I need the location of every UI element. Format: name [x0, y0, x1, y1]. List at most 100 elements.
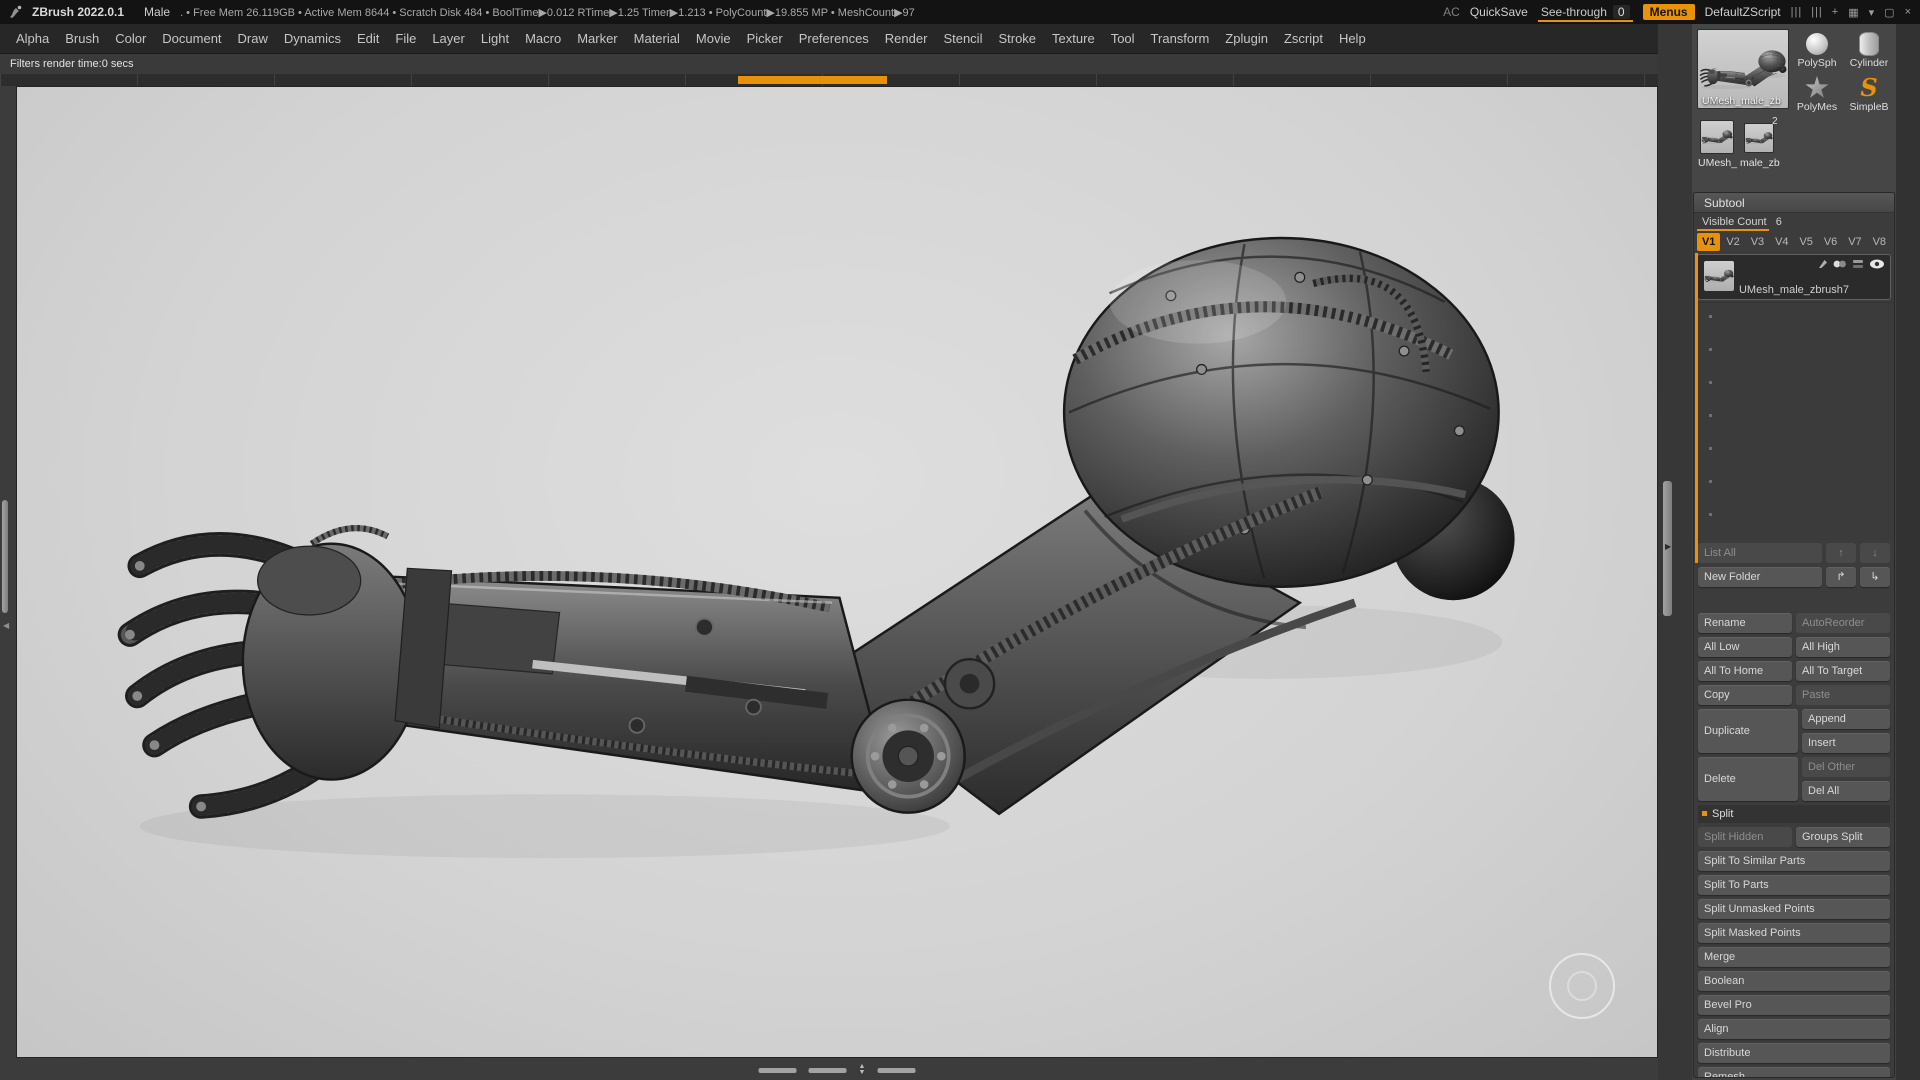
layers-icon[interactable] — [1852, 259, 1864, 269]
menu-item-alpha[interactable]: Alpha — [8, 27, 57, 50]
divider-grip-icon[interactable]: ||| — [1791, 6, 1803, 18]
tool-thumbnail[interactable] — [1700, 120, 1734, 154]
menus-button[interactable]: Menus — [1642, 4, 1695, 20]
move-up-icon[interactable]: ↑ — [1826, 543, 1856, 563]
all-to-home-button[interactable]: All To Home — [1698, 661, 1792, 681]
h-scroll-pill[interactable] — [877, 1067, 916, 1073]
menu-item-help[interactable]: Help — [1331, 27, 1374, 50]
append-button[interactable]: Append — [1802, 709, 1890, 729]
panel-collapse-icon[interactable]: ▶ — [1665, 542, 1671, 551]
menu-item-stencil[interactable]: Stencil — [935, 27, 990, 50]
menu-item-movie[interactable]: Movie — [688, 27, 739, 50]
menu-item-layer[interactable]: Layer — [424, 27, 473, 50]
tool-polymesh[interactable]: PolyMes — [1792, 75, 1842, 113]
all-high-button[interactable]: All High — [1796, 637, 1890, 657]
tool-polysphere[interactable]: PolySph — [1792, 31, 1842, 69]
menu-item-edit[interactable]: Edit — [349, 27, 387, 50]
default-zscript-button[interactable]: DefaultZScript — [1705, 5, 1781, 19]
copy-button[interactable]: Copy — [1698, 685, 1792, 705]
bevel-pro-button[interactable]: Bevel Pro — [1698, 995, 1890, 1015]
tab-v6[interactable]: V6 — [1819, 233, 1842, 251]
paste-button[interactable]: Paste — [1796, 685, 1890, 705]
remesh-button[interactable]: Remesh — [1698, 1067, 1890, 1077]
rename-button[interactable]: Rename — [1698, 613, 1792, 633]
groups-split-button[interactable]: Groups Split — [1796, 827, 1890, 847]
subtool-list-item[interactable]: UMesh_male_zbrush7 — [1697, 254, 1891, 300]
distribute-button[interactable]: Distribute — [1698, 1043, 1890, 1063]
align-button[interactable]: Align — [1698, 1019, 1890, 1039]
divider-grip-icon[interactable]: ||| — [1811, 6, 1823, 18]
merge-button[interactable]: Merge — [1698, 947, 1890, 967]
folder-in-icon[interactable]: ↳ — [1860, 567, 1890, 587]
left-collapse-icon[interactable]: ◀ — [3, 621, 9, 630]
tab-v4[interactable]: V4 — [1770, 233, 1793, 251]
split-section-header[interactable]: Split — [1698, 805, 1890, 823]
menu-item-file[interactable]: File — [387, 27, 424, 50]
split-to-parts-button[interactable]: Split To Parts — [1698, 875, 1890, 895]
split-masked-points-button[interactable]: Split Masked Points — [1698, 923, 1890, 943]
menu-item-picker[interactable]: Picker — [739, 27, 791, 50]
menu-item-marker[interactable]: Marker — [569, 27, 625, 50]
sculpt-brush-icon[interactable] — [1818, 259, 1828, 269]
viewport-canvas[interactable] — [16, 86, 1658, 1058]
tool-simplebrush[interactable]: S SimpleB — [1844, 75, 1894, 114]
del-other-button[interactable]: Del Other — [1802, 757, 1890, 777]
all-low-button[interactable]: All Low — [1698, 637, 1792, 657]
h-scroll-pill[interactable] — [758, 1067, 797, 1073]
menu-item-zplugin[interactable]: Zplugin — [1217, 27, 1276, 50]
window-icon[interactable]: ▢ — [1884, 6, 1895, 19]
new-folder-button[interactable]: New Folder — [1698, 567, 1822, 587]
menu-item-brush[interactable]: Brush — [57, 27, 107, 50]
duplicate-button[interactable]: Duplicate — [1698, 709, 1798, 753]
menu-item-macro[interactable]: Macro — [517, 27, 569, 50]
menu-item-transform[interactable]: Transform — [1143, 27, 1218, 50]
insert-button[interactable]: Insert — [1802, 733, 1890, 753]
menu-item-color[interactable]: Color — [107, 27, 154, 50]
add-panel-icon[interactable]: + — [1832, 6, 1839, 18]
subtool-empty-list[interactable] — [1694, 302, 1894, 540]
menu-item-document[interactable]: Document — [154, 27, 229, 50]
tab-v3[interactable]: V3 — [1746, 233, 1769, 251]
menu-item-zscript[interactable]: Zscript — [1276, 27, 1331, 50]
scroll-down-icon[interactable]: ▼ — [859, 1069, 866, 1076]
tab-v1[interactable]: V1 — [1697, 233, 1721, 251]
all-to-target-button[interactable]: All To Target — [1796, 661, 1890, 681]
left-scrollbar[interactable] — [2, 500, 8, 613]
timeline-scrubber[interactable] — [737, 76, 888, 84]
eye-visibility-icon[interactable] — [1869, 259, 1885, 269]
tab-v7[interactable]: V7 — [1843, 233, 1866, 251]
boolean-button[interactable]: Boolean — [1698, 971, 1890, 991]
del-all-button[interactable]: Del All — [1802, 781, 1890, 801]
tool-cylinder[interactable]: Cylinder — [1844, 31, 1894, 69]
panel-layout-icon[interactable]: ▦ — [1848, 6, 1859, 19]
menu-item-tool[interactable]: Tool — [1103, 27, 1143, 50]
list-all-button[interactable]: List All — [1698, 543, 1822, 563]
active-tool-thumbnail[interactable]: UMesh_male_zb — [1697, 29, 1789, 109]
subtool-header[interactable]: Subtool — [1694, 193, 1894, 213]
timeline-bar[interactable] — [0, 74, 1658, 86]
folder-out-icon[interactable]: ↱ — [1826, 567, 1856, 587]
polypaint-icon[interactable] — [1833, 259, 1847, 269]
menu-item-render[interactable]: Render — [877, 27, 936, 50]
menu-item-stroke[interactable]: Stroke — [990, 27, 1044, 50]
menu-item-preferences[interactable]: Preferences — [791, 27, 877, 50]
tab-v2[interactable]: V2 — [1721, 233, 1744, 251]
split-unmasked-points-button[interactable]: Split Unmasked Points — [1698, 899, 1890, 919]
tab-v8[interactable]: V8 — [1868, 233, 1891, 251]
menu-item-material[interactable]: Material — [626, 27, 688, 50]
menu-item-dynamics[interactable]: Dynamics — [276, 27, 349, 50]
close-icon[interactable]: × — [1905, 6, 1912, 18]
split-hidden-button[interactable]: Split Hidden — [1698, 827, 1792, 847]
h-scroll-pill[interactable] — [808, 1067, 847, 1073]
chevron-down-icon[interactable]: ▾ — [1869, 6, 1876, 19]
autoreorder-button[interactable]: AutoReorder — [1796, 613, 1890, 633]
menu-item-draw[interactable]: Draw — [230, 27, 276, 50]
tab-v5[interactable]: V5 — [1795, 233, 1818, 251]
menu-item-light[interactable]: Light — [473, 27, 517, 50]
delete-button[interactable]: Delete — [1698, 757, 1798, 801]
quicksave-button[interactable]: QuickSave — [1470, 5, 1528, 19]
see-through-control[interactable]: See-through 0 — [1537, 3, 1633, 22]
move-down-icon[interactable]: ↓ — [1860, 543, 1890, 563]
menu-item-texture[interactable]: Texture — [1044, 27, 1103, 50]
tool-thumbnail[interactable] — [1744, 123, 1774, 153]
